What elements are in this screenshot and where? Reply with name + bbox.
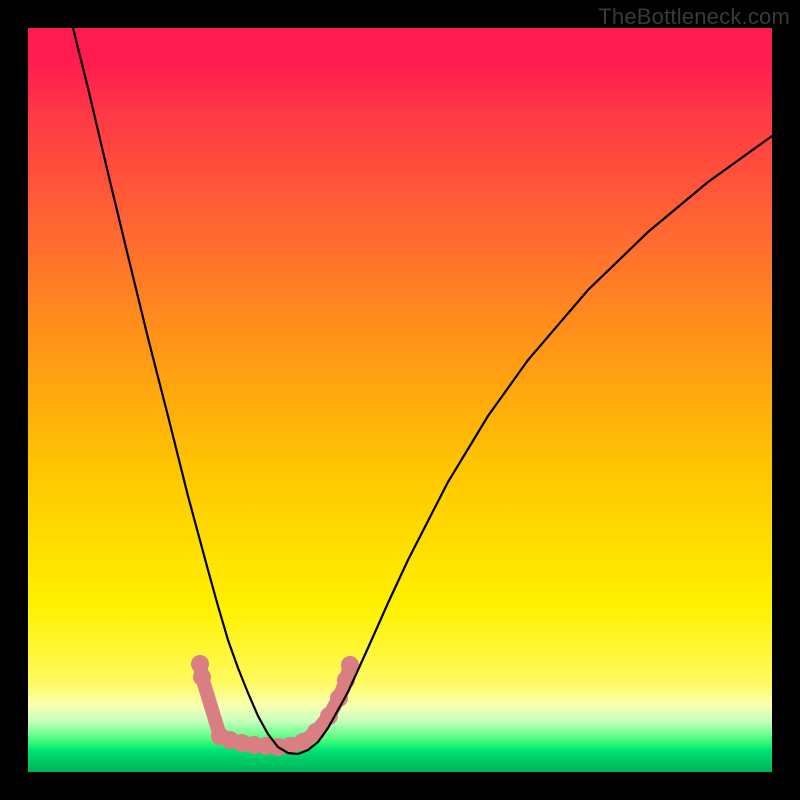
bead-point: [193, 668, 211, 686]
chart-frame: TheBottleneck.com: [0, 0, 800, 800]
bottleneck-curve: [73, 28, 772, 754]
chart-svg: [28, 28, 772, 772]
bead-point: [307, 723, 325, 741]
watermark-text: TheBottleneck.com: [598, 4, 790, 30]
bead-cluster: [191, 655, 359, 756]
plot-area: [28, 28, 772, 772]
